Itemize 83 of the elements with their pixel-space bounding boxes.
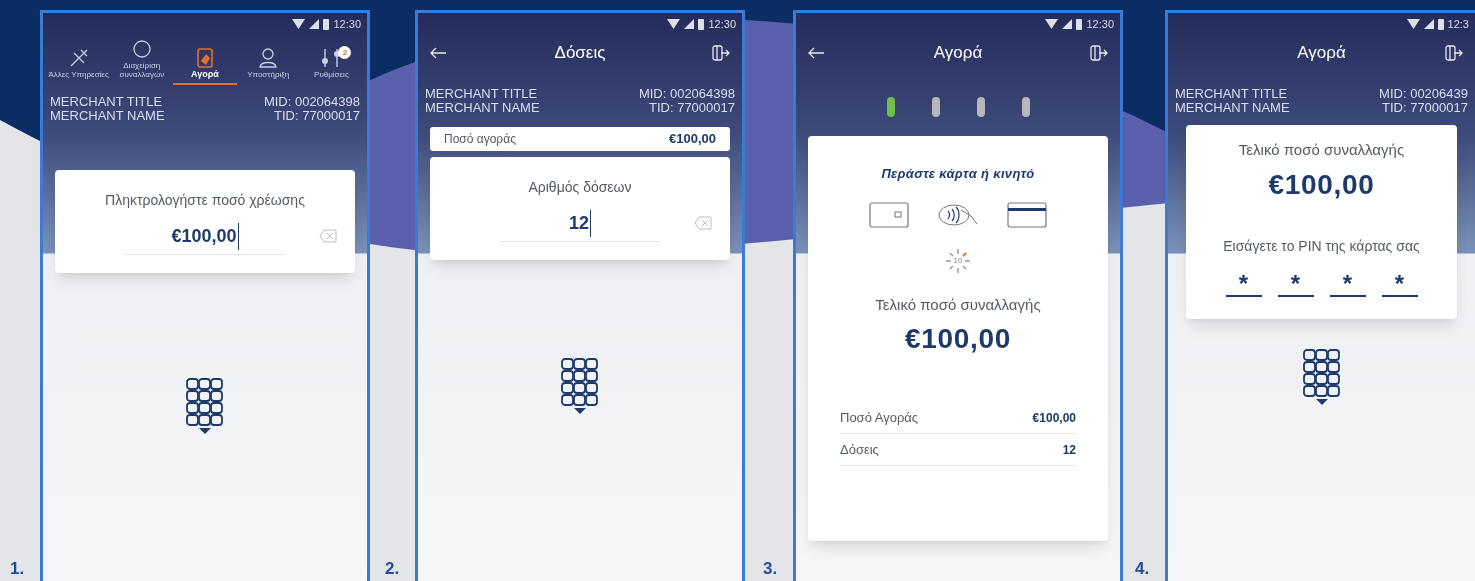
back-arrow-icon[interactable] — [430, 47, 446, 59]
magstripe-card-icon — [1007, 201, 1047, 228]
merchant-id: MID: 00206439 — [1379, 87, 1468, 101]
status-time: 12:30 — [1086, 16, 1114, 32]
signal-icon — [1062, 19, 1073, 29]
contactless-icon — [937, 201, 979, 228]
hand-card-icon — [195, 48, 215, 68]
screen-title: Αγορά — [933, 42, 983, 65]
keypad-icon[interactable] — [186, 378, 224, 435]
battery-icon — [323, 18, 330, 30]
sliders-icon — [321, 48, 342, 68]
pin-digit-field[interactable]: * — [1277, 272, 1314, 297]
pin-digit-field[interactable]: * — [1329, 272, 1366, 297]
tab-label: Αγορά — [191, 70, 219, 79]
signal-icon — [309, 19, 320, 29]
wifi-icon — [1045, 19, 1059, 29]
merchant-id: MID: 002064398 — [638, 87, 735, 101]
pin-prompt: Εισάγετε το PIN της κάρτας σας — [1223, 236, 1420, 256]
merchant-title: MERCHANT TITLE — [50, 95, 164, 109]
wifi-icon — [667, 19, 681, 29]
screen-title: Δόσεις — [554, 42, 606, 65]
detail-label: Ποσό Αγοράς — [840, 408, 919, 427]
input-prompt: Αριθμός δόσεων — [528, 178, 632, 197]
back-arrow-icon[interactable] — [808, 47, 824, 59]
person-icon — [258, 48, 279, 68]
battery-icon — [1437, 18, 1444, 30]
step-number: 2. — [385, 557, 401, 580]
merchant-title: MERCHANT TITLE — [1175, 87, 1289, 101]
exit-door-icon[interactable] — [1445, 45, 1463, 61]
detail-label: Δόσεις — [840, 440, 879, 459]
card-prompt: Περάστε κάρτα ή κινητό — [881, 165, 1035, 183]
total-amount: €100,00 — [904, 322, 1012, 356]
amount-field[interactable]: 12 — [500, 210, 660, 242]
tab-label: Διαχείριση συναλλαγών — [118, 61, 166, 79]
summary-value: €100,00 — [669, 130, 716, 149]
nav-tab[interactable]: 2 Ρυθμίσεις — [299, 35, 363, 85]
screen-title: Αγορά — [1297, 42, 1346, 65]
detail-value: €100,00 — [1032, 409, 1076, 427]
wifi-icon — [1406, 19, 1420, 29]
keypad-icon[interactable] — [1302, 348, 1341, 406]
tab-label: Άλλες Υπηρεσίες — [48, 70, 109, 79]
merchant-name: MERCHANT NAME — [50, 109, 165, 123]
terminal-id: TID: 77000017 — [274, 109, 360, 123]
exit-door-icon[interactable] — [1090, 45, 1108, 61]
status-time: 12:3 — [1447, 16, 1469, 32]
step-number: 4. — [1135, 557, 1151, 580]
pin-digit-field[interactable]: * — [1381, 272, 1418, 297]
wifi-icon — [292, 19, 306, 29]
nav-tab[interactable]: Αγορά — [173, 35, 237, 85]
total-amount-label: Τελικό ποσό συναλλαγής — [875, 294, 1041, 315]
merchant-id: MID: 002064398 — [263, 95, 360, 109]
merchant-name: MERCHANT NAME — [1175, 101, 1290, 115]
nav-tab[interactable]: Διαχείριση συναλλαγών — [110, 35, 174, 85]
keypad-icon[interactable] — [561, 358, 599, 415]
nav-tab[interactable]: Υποστήριξη — [236, 35, 300, 85]
merchant-title: MERCHANT TITLE — [425, 87, 539, 101]
tools-icon — [68, 48, 89, 68]
summary-label: Ποσό αγοράς — [444, 131, 516, 148]
chip-card-icon — [869, 201, 909, 228]
amount-field[interactable]: €100,00 — [125, 223, 285, 255]
tab-label: Υποστήριξη — [247, 70, 290, 79]
battery-icon — [1076, 18, 1083, 30]
input-prompt: Πληκτρολογήστε ποσό χρέωσης — [105, 191, 305, 210]
clock-icon — [131, 39, 152, 59]
terminal-id: TID: 77000017 — [649, 101, 735, 115]
exit-door-icon[interactable] — [712, 45, 730, 61]
terminal-id: TID: 77000017 — [1382, 101, 1468, 115]
detail-value: 12 — [1062, 441, 1076, 459]
merchant-name: MERCHANT NAME — [425, 101, 540, 115]
step-number: 1. — [10, 557, 26, 580]
tab-label: Ρυθμίσεις — [314, 70, 349, 79]
total-amount-label: Τελικό ποσό συναλλαγής — [1238, 140, 1405, 160]
signal-icon — [1423, 19, 1434, 29]
nav-tab[interactable]: Άλλες Υπηρεσίες — [47, 35, 111, 85]
signal-icon — [684, 19, 695, 29]
countdown-timer: 10 — [945, 247, 971, 274]
total-amount: €100,00 — [1268, 167, 1375, 202]
notification-badge: 2 — [338, 46, 352, 59]
battery-icon — [698, 18, 705, 30]
status-time: 12:30 — [333, 16, 361, 32]
status-time: 12:30 — [708, 16, 736, 32]
pin-digit-field[interactable]: * — [1225, 272, 1262, 297]
step-number: 3. — [763, 557, 779, 580]
